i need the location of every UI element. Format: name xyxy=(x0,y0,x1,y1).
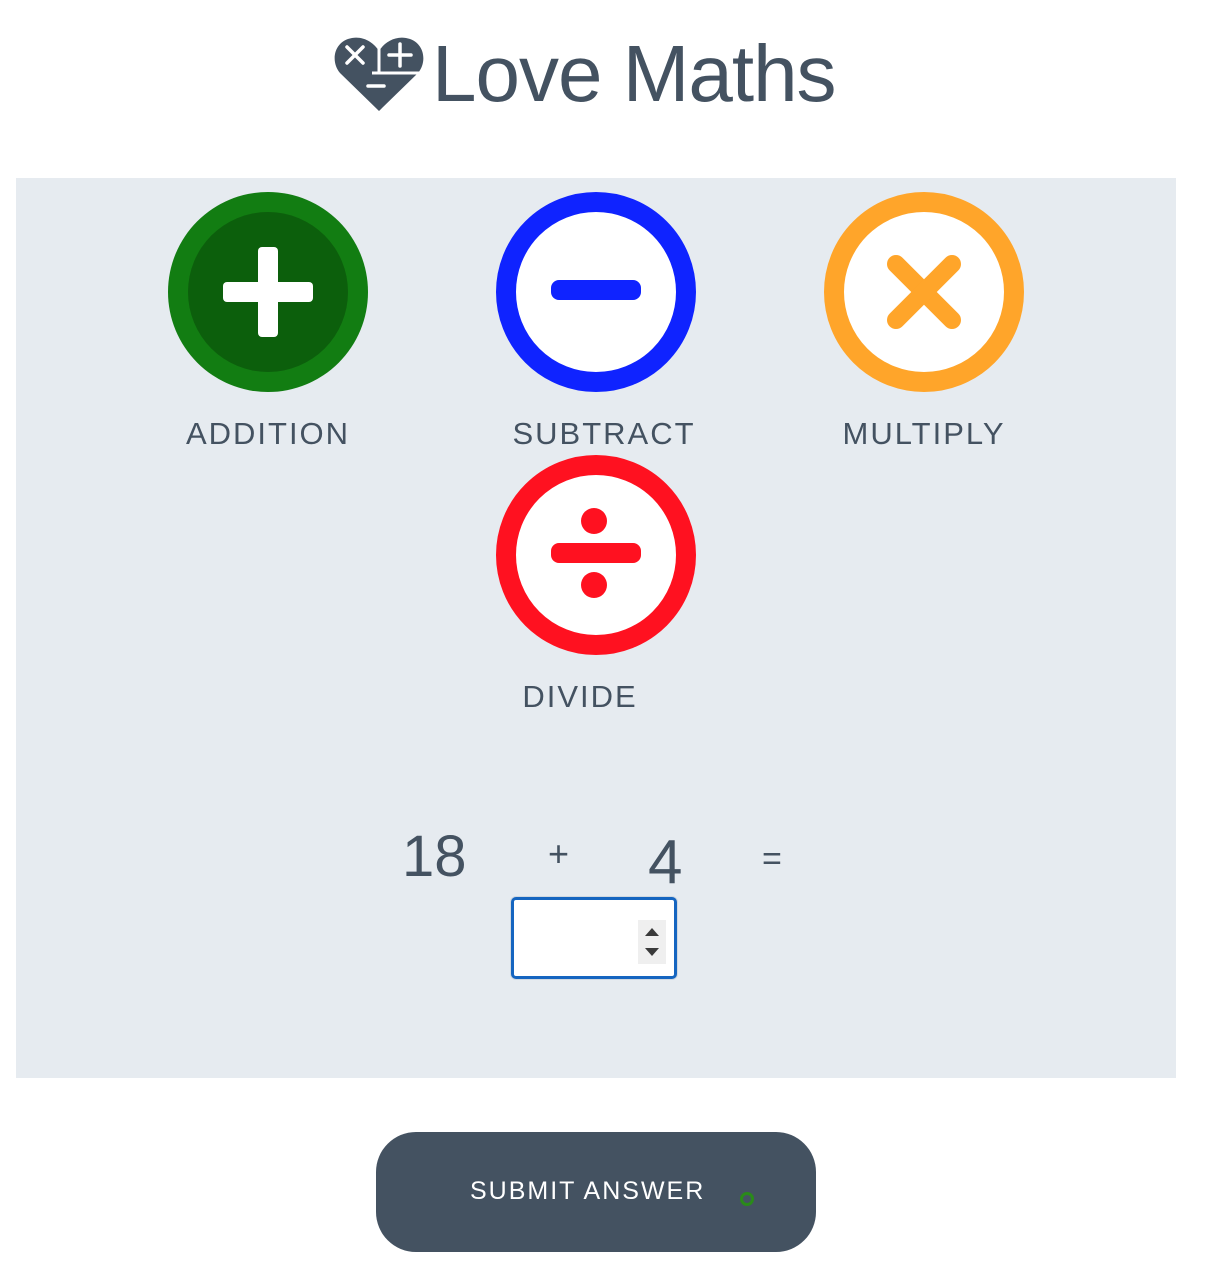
multiply-label: MULTIPLY xyxy=(842,416,1006,451)
submit-answer-button[interactable]: SUBMIT ANSWER xyxy=(376,1132,816,1252)
times-icon xyxy=(824,192,1024,392)
subtract-button[interactable]: SUBTRACT xyxy=(476,192,716,462)
cursor-indicator-icon xyxy=(740,1192,754,1206)
addition-label: ADDITION xyxy=(185,416,351,451)
stepper-up-icon[interactable] xyxy=(645,928,659,936)
heart-maths-icon xyxy=(334,37,424,112)
divide-label: DIVIDE xyxy=(522,679,638,714)
divide-button[interactable]: DIVIDE xyxy=(476,455,716,725)
site-header: Love Maths xyxy=(334,26,837,122)
submit-answer-label: SUBMIT ANSWER xyxy=(470,1177,706,1205)
answer-input[interactable] xyxy=(520,906,644,972)
answer-field[interactable] xyxy=(511,897,677,979)
addition-button[interactable]: ADDITION xyxy=(148,192,388,462)
plus-icon xyxy=(168,192,368,392)
multiply-button[interactable]: MULTIPLY xyxy=(804,192,1044,462)
minus-icon xyxy=(496,192,696,392)
game-area: ADDITION SUBTRACT MULTIPLY DIVIDE 18 + 4… xyxy=(16,178,1176,1078)
divide-icon xyxy=(496,455,696,655)
operand2: 4 xyxy=(648,828,683,897)
equals-sign: = xyxy=(762,840,782,878)
page-title: Love Maths xyxy=(432,29,837,118)
operand1: 18 xyxy=(402,824,467,889)
subtract-label: SUBTRACT xyxy=(512,416,696,451)
stepper-down-icon[interactable] xyxy=(645,948,659,956)
operator: + xyxy=(548,833,570,874)
number-stepper[interactable] xyxy=(638,920,666,964)
